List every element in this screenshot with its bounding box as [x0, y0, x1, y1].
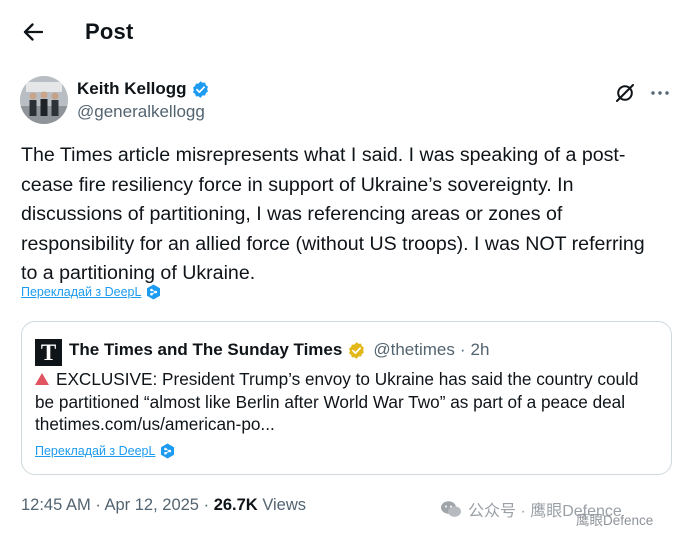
- post-text-line: The Times article misrepresents what I s…: [21, 144, 626, 166]
- red-triangle-icon: [35, 373, 49, 385]
- post-meta: 12:45 AM · Apr 12, 2025 · 26.7K Views: [21, 496, 306, 515]
- translate-link[interactable]: Перекладай з DeepL: [21, 284, 161, 300]
- gold-verified-badge-icon: [349, 341, 365, 359]
- quoted-author-handle[interactable]: @thetimes: [373, 340, 455, 360]
- separator-dot: ·: [459, 340, 466, 359]
- times-logo-icon: T: [35, 339, 62, 366]
- quoted-text-line: be partitioned “almost like Berlin after…: [35, 391, 626, 412]
- back-button[interactable]: [18, 17, 48, 47]
- quoted-text-line-content: EXCLUSIVE: President Trump’s envoy to Uk…: [56, 369, 639, 389]
- more-horizontal-icon: [651, 91, 669, 95]
- quoted-link-text: thetimes.com/us/american-po...: [35, 414, 275, 434]
- translate-label: Перекладай з DeepL: [21, 285, 142, 299]
- quote-translate-link[interactable]: Перекладай з DeepL: [35, 443, 175, 459]
- post-text-line: cease fire resiliency force in support o…: [21, 173, 574, 196]
- views-label: Views: [262, 496, 307, 514]
- verified-badge-icon: [192, 80, 208, 98]
- page-title: Post: [85, 19, 134, 44]
- author-name[interactable]: Keith Kellogg: [77, 79, 210, 99]
- quoted-post-text: EXCLUSIVE: President Trump’s envoy to Uk…: [35, 368, 665, 436]
- quoted-post-header: The Times and The Sunday Times @thetimes…: [69, 340, 489, 360]
- arrow-left-icon: [23, 23, 43, 41]
- quoted-text-line: EXCLUSIVE: President Trump’s envoy to Uk…: [35, 368, 665, 391]
- top-bar: Post: [0, 0, 690, 66]
- author-name-text: Keith Kellogg: [77, 79, 187, 98]
- grok-icon: [616, 84, 634, 102]
- wechat-icon: [441, 501, 461, 517]
- grok-button[interactable]: [612, 80, 638, 106]
- post-date[interactable]: Apr 12, 2025: [105, 496, 200, 514]
- separator-dot: ·: [95, 496, 101, 514]
- post-text-line: discussions of partitioning, I was refer…: [21, 203, 563, 225]
- quoted-post-time: 2h: [470, 340, 490, 359]
- deepl-icon: [147, 284, 161, 300]
- views-count: 26.7K: [213, 496, 258, 514]
- more-button[interactable]: [646, 80, 674, 106]
- avatar-photo-icon: [20, 76, 68, 124]
- post-text: The Times article misrepresents what I s…: [21, 141, 676, 289]
- quoted-author-name[interactable]: The Times and The Sunday Times: [69, 340, 342, 360]
- post-text-line: responsibility for an allied force (with…: [21, 232, 645, 255]
- avatar[interactable]: [20, 76, 68, 124]
- translate-label: Перекладай з DeepL: [35, 444, 156, 458]
- deepl-icon: [161, 443, 175, 459]
- watermark-subtext: 鹰眼Defence: [576, 513, 654, 528]
- quoted-post[interactable]: T The Times and The Sunday Times @thetim…: [21, 321, 672, 475]
- author-handle[interactable]: @generalkellogg: [77, 102, 205, 122]
- separator-dot: ·: [203, 496, 210, 514]
- watermark: 公众号 · 鹰眼Defence 鹰眼Defence: [440, 497, 653, 528]
- post-time[interactable]: 12:45 AM: [21, 496, 91, 514]
